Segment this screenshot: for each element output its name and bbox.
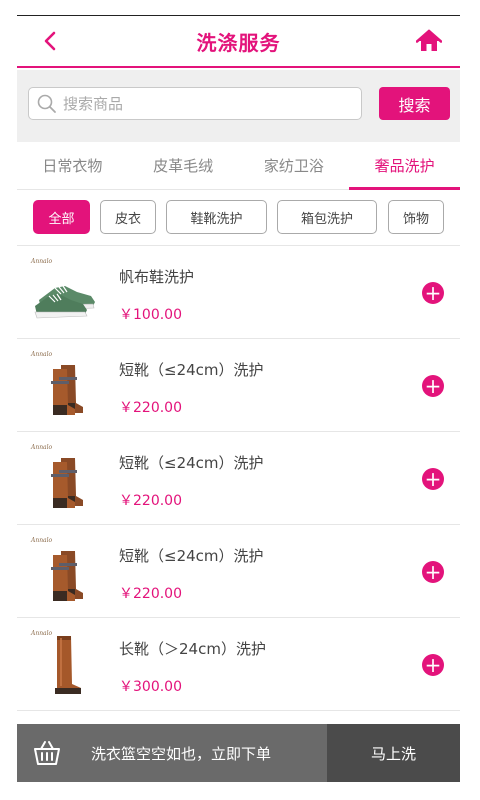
- product-name: 短靴（≤24cm）洗护: [119, 547, 264, 565]
- product-price: ￥220.00: [119, 586, 182, 602]
- product-name: 短靴（≤24cm）洗护: [119, 361, 264, 379]
- page-title: 洗涤服务: [196, 30, 281, 55]
- product-list: Annalo 帆布鞋洗护 ￥100.00 + Annalo 短靴（≤24cm）洗…: [17, 246, 460, 711]
- product-name: 长靴（＞24cm）洗护: [119, 640, 266, 658]
- add-to-cart-button[interactable]: +: [422, 375, 444, 397]
- chevron-left-icon: [44, 31, 56, 51]
- home-icon: [416, 29, 442, 51]
- plus-icon: +: [424, 467, 442, 491]
- app-frame: 洗涤服务 搜索 日常衣物 皮革毛绒 家纺卫浴 奢品洗护 全部 皮衣 鞋靴洗护: [17, 15, 460, 785]
- plus-icon: +: [424, 560, 442, 584]
- filter-accessories[interactable]: 饰物: [388, 200, 444, 234]
- list-item[interactable]: Annalo 长靴（＞24cm）洗护 ￥300.00 +: [17, 618, 460, 711]
- brand-mark: Annalo: [31, 537, 53, 544]
- product-name: 短靴（≤24cm）洗护: [119, 454, 264, 472]
- brand-mark: Annalo: [31, 444, 53, 451]
- add-to-cart-button[interactable]: +: [422, 282, 444, 304]
- plus-icon: +: [424, 374, 442, 398]
- plus-icon: +: [424, 281, 442, 305]
- list-item[interactable]: Annalo 短靴（≤24cm）洗护 ￥220.00 +: [17, 432, 460, 525]
- search-input[interactable]: [63, 94, 343, 113]
- search-button[interactable]: 搜索: [379, 87, 450, 120]
- product-image-tall-boot: Annalo: [31, 630, 101, 700]
- brand-mark: Annalo: [31, 351, 53, 358]
- basket-icon: [17, 724, 77, 782]
- tab-home-textiles[interactable]: 家纺卫浴: [239, 142, 350, 189]
- cart-bar: 洗衣篮空空如也，立即下单 马上洗: [17, 724, 460, 782]
- product-name: 帆布鞋洗护: [119, 268, 195, 286]
- list-item[interactable]: Annalo 短靴（≤24cm）洗护 ￥220.00 +: [17, 525, 460, 618]
- search-icon: [37, 94, 56, 113]
- tab-daily-clothes[interactable]: 日常衣物: [17, 142, 128, 189]
- product-price: ￥220.00: [119, 400, 182, 416]
- cart-summary[interactable]: 洗衣篮空空如也，立即下单: [17, 724, 327, 782]
- back-button[interactable]: [35, 26, 65, 56]
- filter-bags[interactable]: 箱包洗护: [277, 200, 377, 234]
- product-price: ￥300.00: [119, 679, 182, 695]
- brand-mark: Annalo: [31, 630, 53, 637]
- filter-all[interactable]: 全部: [33, 200, 90, 234]
- top-bar: 洗涤服务: [17, 16, 460, 68]
- plus-icon: +: [424, 653, 442, 677]
- product-price: ￥100.00: [119, 307, 182, 323]
- filter-leather-jacket[interactable]: 皮衣: [100, 200, 156, 234]
- home-button[interactable]: [414, 26, 444, 56]
- add-to-cart-button[interactable]: +: [422, 654, 444, 676]
- category-tabs: 日常衣物 皮革毛绒 家纺卫浴 奢品洗护: [17, 142, 460, 190]
- product-price: ￥220.00: [119, 493, 182, 509]
- brand-mark: Annalo: [31, 258, 53, 265]
- list-item[interactable]: Annalo 短靴（≤24cm）洗护 ￥220.00 +: [17, 339, 460, 432]
- product-image-short-boots: Annalo: [31, 351, 101, 421]
- add-to-cart-button[interactable]: +: [422, 561, 444, 583]
- cart-empty-text: 洗衣篮空空如也，立即下单: [91, 744, 272, 763]
- list-item[interactable]: Annalo 帆布鞋洗护 ￥100.00 +: [17, 246, 460, 339]
- search-box[interactable]: [28, 87, 362, 120]
- product-image-short-boots: Annalo: [31, 537, 101, 607]
- search-area: 搜索: [17, 70, 460, 142]
- tab-leather-fur[interactable]: 皮革毛绒: [128, 142, 239, 189]
- product-image-sneaker: Annalo: [31, 258, 101, 328]
- tab-luxury-care[interactable]: 奢品洗护: [349, 142, 460, 190]
- filter-shoes-boots[interactable]: 鞋靴洗护: [166, 200, 267, 234]
- filter-bar: 全部 皮衣 鞋靴洗护 箱包洗护 饰物: [17, 191, 460, 246]
- wash-now-button[interactable]: 马上洗: [327, 724, 460, 782]
- product-image-short-boots: Annalo: [31, 444, 101, 514]
- add-to-cart-button[interactable]: +: [422, 468, 444, 490]
